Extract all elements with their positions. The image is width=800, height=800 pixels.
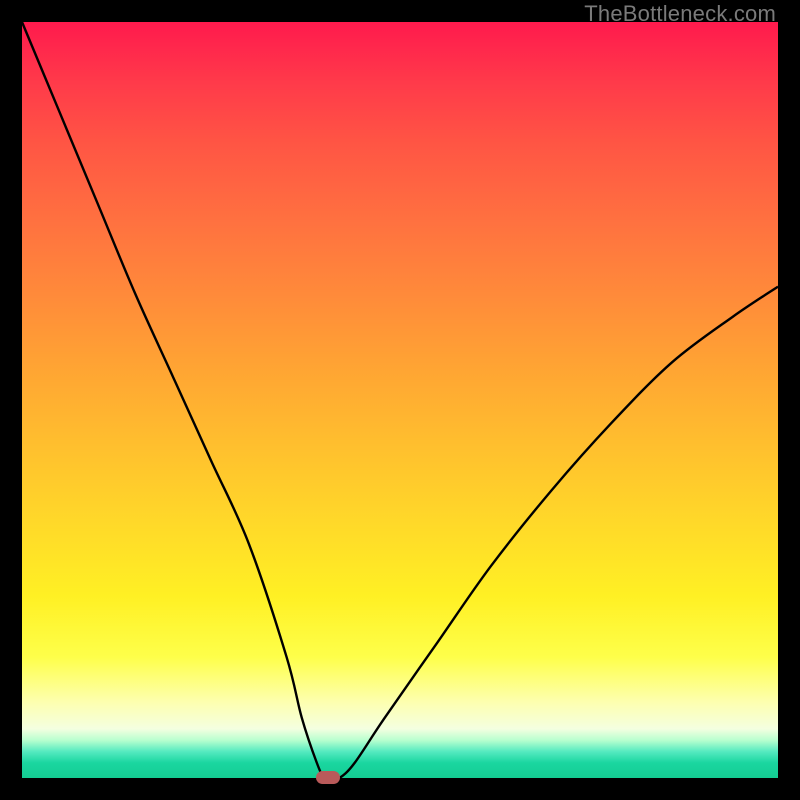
chart-frame: TheBottleneck.com	[0, 0, 800, 800]
bottleneck-curve	[22, 22, 778, 779]
curve-layer	[22, 22, 778, 778]
watermark-text: TheBottleneck.com	[584, 1, 776, 27]
optimum-marker	[316, 771, 340, 784]
